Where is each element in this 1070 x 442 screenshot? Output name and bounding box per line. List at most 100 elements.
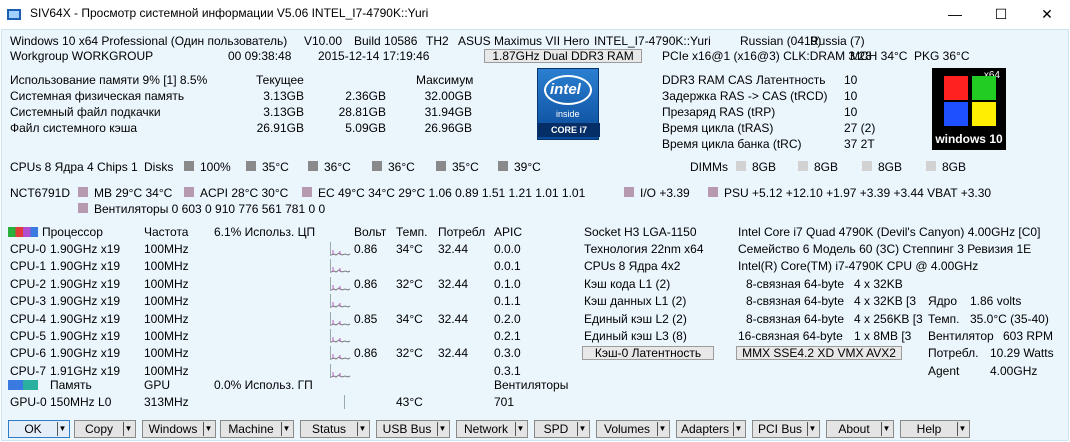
dropdown-arrow-icon[interactable]: ▼ (807, 422, 817, 436)
button-label: Help (916, 422, 942, 436)
disk-temp: 35°C (452, 160, 479, 174)
cpu-apic-header: APIC (494, 225, 523, 239)
mb-temp: MB 29°C 34°C (94, 186, 173, 200)
mch-temp: MCH 34°C (850, 49, 908, 63)
cpu-apic: 0.3.0 (494, 346, 521, 360)
memory-row-value: 32.00GB (424, 89, 472, 103)
pcie-info: PCIe x16@1 (x16@3) CLK:DRAM 3:28 (662, 49, 872, 63)
disk-swatch (372, 161, 382, 171)
cpu-stat-label: Темп. (928, 312, 960, 326)
ram-button[interactable]: 1.87GHz Dual DDR3 RAM (484, 49, 642, 63)
adapters-button[interactable]: Adapters ▼ (676, 420, 746, 438)
button-label: SPD (543, 422, 569, 436)
maximize-button[interactable]: ☐ (978, 0, 1024, 29)
copy-button[interactable]: Copy ▼ (74, 420, 136, 438)
dropdown-arrow-icon[interactable]: ▼ (657, 422, 667, 436)
dropdown-arrow-icon[interactable]: ▼ (281, 422, 291, 436)
ddr-value: 10 (844, 73, 858, 87)
cpu-family: Семейство 6 Модель 60 (3C) Степпинг 3 Ре… (738, 242, 1032, 256)
cpu-clock: 1.91GHz x19 (50, 364, 121, 378)
cpu-clock: 1.90GHz x19 (50, 329, 121, 343)
cpu-temp: 34°C (396, 242, 423, 256)
windows-button[interactable]: Windows ▼ (142, 420, 216, 438)
button-label: Status (311, 422, 347, 436)
cache-latency-button[interactable]: Кэш-0 Латентность (582, 346, 714, 360)
button-bar: OK ▼ Copy ▼ Windows ▼ Machine ▼ Status ▼ USB Bus ▼ N… (2, 418, 1070, 440)
ddr-label: Презаряд RAS (tRP) (662, 105, 776, 119)
cache-assoc: 8-связная 64-byte (746, 312, 845, 326)
cpu-name: CPU-6 (10, 346, 47, 360)
memory-row-value: 3.13GB (263, 89, 304, 103)
cpu-legend-icon (8, 227, 38, 237)
usb-bus-button[interactable]: USB Bus ▼ (376, 420, 450, 438)
gpu-mem-clock: 150MHz L0 (50, 395, 112, 409)
machine-button[interactable]: Machine ▼ (220, 420, 294, 438)
io-voltage: I/O +3.39 (640, 186, 690, 200)
dimm-swatch (926, 161, 936, 171)
cpu-info-line: Socket H3 LGA-1150 (584, 225, 697, 239)
intel-core-i7-logo: intel inside CORE i7 (537, 68, 600, 140)
cpu-features-button[interactable]: MMX SSE4.2 XD VMX AVX2 (736, 346, 902, 360)
about-button[interactable]: About ▼ (826, 420, 894, 438)
cache-assoc: 8-связная 64-byte (746, 294, 845, 308)
button-label: PCI Bus (757, 422, 802, 436)
cpu-apic: 0.0.0 (494, 242, 521, 256)
cpu-usage-header: 6.1% Использ. ЦП (214, 225, 316, 239)
dropdown-arrow-icon[interactable]: ▼ (357, 422, 367, 436)
disk-swatch (184, 161, 194, 171)
cache-size: 1 x 8MB [3 (854, 329, 912, 343)
cache-size: 4 x 256KB [3 (854, 312, 923, 326)
cpu-apic: 0.1.1 (494, 294, 521, 308)
dropdown-arrow-icon[interactable]: ▼ (957, 422, 967, 436)
ddr-value: 37 2T (844, 137, 875, 151)
dropdown-arrow-icon[interactable]: ▼ (577, 422, 587, 436)
dropdown-arrow-icon[interactable]: ▼ (57, 422, 67, 436)
ddr-label: Задержка RAS -> CAS (tRCD) (662, 89, 828, 103)
dimm-swatch (862, 161, 872, 171)
cpu-bus-clock: 100MHz (144, 364, 189, 378)
dimms-label: DIMMs (690, 160, 728, 174)
disk-swatch (308, 161, 318, 171)
cpu-bus-clock: 100MHz (144, 312, 189, 326)
dropdown-arrow-icon[interactable]: ▼ (203, 422, 213, 436)
fan-speeds: Вентиляторы 0 603 0 910 776 561 781 0 0 (94, 202, 326, 216)
ok-button[interactable]: OK ▼ (8, 420, 70, 438)
dropdown-arrow-icon[interactable]: ▼ (437, 422, 447, 436)
dropdown-arrow-icon[interactable]: ▼ (515, 422, 525, 436)
logo-square-blue (944, 102, 968, 126)
button-label: Adapters (680, 422, 730, 436)
disk-swatch (436, 161, 446, 171)
dropdown-arrow-icon[interactable]: ▼ (881, 422, 891, 436)
button-label: Windows (148, 422, 198, 436)
cpu-usage-graph (330, 259, 351, 273)
help-button[interactable]: Help ▼ (900, 420, 970, 438)
cpu-info-line: Кэш кода L1 (2) (584, 277, 671, 291)
ddr-value: 27 (2) (844, 121, 876, 135)
cpu-info-line: Технология 22nm x64 (584, 242, 704, 256)
cpu-power: 32.44 (438, 312, 469, 326)
cpu-usage-graph (330, 364, 351, 378)
cpu-usage-graph (330, 294, 351, 308)
disks-label: Disks (144, 160, 174, 174)
dropdown-arrow-icon[interactable]: ▼ (123, 422, 133, 436)
spd-button[interactable]: SPD ▼ (534, 420, 590, 438)
close-button[interactable]: ✕ (1024, 0, 1070, 29)
disk-swatch (498, 161, 508, 171)
cpu-power: 32.44 (438, 346, 469, 360)
pkg-temp: PKG 36°C (914, 49, 970, 63)
cpu-clock: 1.90GHz x19 (50, 312, 121, 326)
logo-square-yellow (972, 102, 996, 126)
cpu-usage-graph (330, 329, 351, 343)
dropdown-arrow-icon[interactable]: ▼ (733, 422, 743, 436)
cpu-brand: Intel(R) Core(TM) i7-4790K CPU @ 4.00GHz (738, 259, 979, 273)
status-button[interactable]: Status ▼ (300, 420, 370, 438)
network-button[interactable]: Network ▼ (456, 420, 528, 438)
disk-temp: 36°C (388, 160, 415, 174)
pci-bus-button[interactable]: PCI Bus ▼ (752, 420, 820, 438)
gpu-fan: 701 (494, 395, 515, 409)
sensor-swatch (624, 187, 634, 197)
workgroup: Workgroup WORKGROUP (10, 49, 154, 63)
memory-row-label: Системная физическая память (10, 89, 185, 103)
volumes-button[interactable]: Volumes ▼ (596, 420, 670, 438)
minimize-button[interactable]: — (932, 0, 978, 29)
